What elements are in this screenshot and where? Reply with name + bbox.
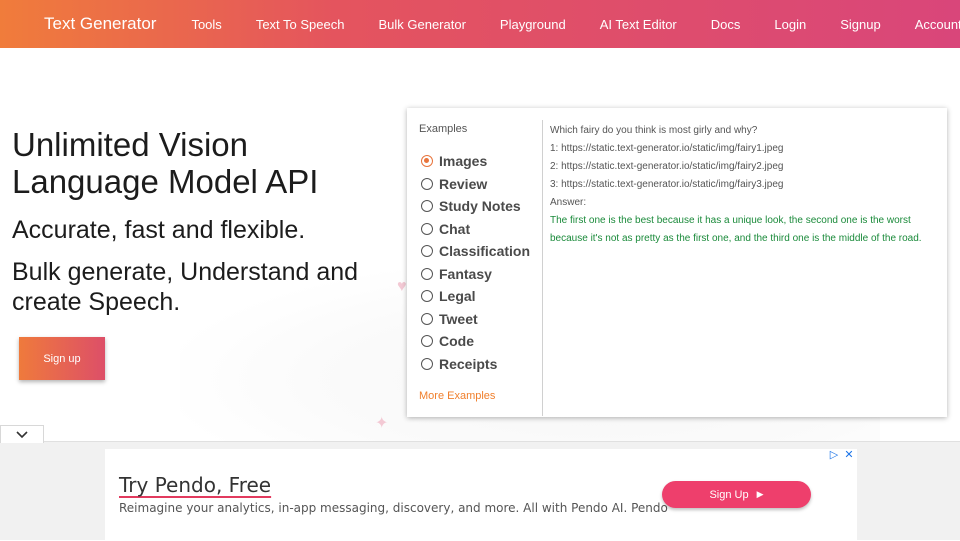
example-option-classification[interactable]: Classification	[421, 243, 530, 259]
hero-title: Unlimited Vision Language Model API	[12, 126, 319, 200]
collapse-ad-button[interactable]	[0, 425, 44, 443]
radio-icon[interactable]	[421, 290, 433, 302]
radio-checked-icon[interactable]	[421, 155, 433, 167]
radio-icon[interactable]	[421, 335, 433, 347]
radio-icon[interactable]	[421, 223, 433, 235]
brand-title[interactable]: Text Generator	[44, 14, 156, 34]
example-option-chat[interactable]: Chat	[421, 221, 470, 237]
nav-link-text-to-speech[interactable]: Text To Speech	[256, 17, 345, 32]
hero-subtitle: Accurate, fast and flexible.	[12, 216, 306, 244]
ad-banner: ▷ ✕ Try Pendo, Free Reimagine your analy…	[0, 441, 960, 541]
chevron-down-icon	[16, 430, 28, 438]
example-option-label: Images	[439, 153, 488, 169]
radio-icon[interactable]	[421, 358, 433, 370]
decorative-star-icon: ✦	[375, 415, 389, 432]
example-option-code[interactable]: Code	[421, 333, 474, 349]
ad-signup-button[interactable]: Sign Up ▶	[662, 481, 811, 508]
example-option-study-notes[interactable]: Study Notes	[421, 198, 521, 214]
example-option-tweet[interactable]: Tweet	[421, 311, 478, 327]
output-question: Which fairy do you think is most girly a…	[550, 125, 758, 136]
output-line: 3: https://static.text-generator.io/stat…	[550, 179, 784, 190]
more-examples-link[interactable]: More Examples	[419, 390, 495, 402]
examples-panel: Examples Images Review Study Notes Chat …	[407, 120, 543, 416]
output-line: 1: https://static.text-generator.io/stat…	[550, 143, 784, 154]
example-option-fantasy[interactable]: Fantasy	[421, 266, 492, 282]
nav-link-bulk-generator[interactable]: Bulk Generator	[378, 17, 465, 32]
hero-tagline: Bulk generate, Understand and create Spe…	[12, 258, 359, 316]
output-answer: The first one is the best because it has…	[550, 215, 922, 244]
example-card: Examples Images Review Study Notes Chat …	[407, 108, 947, 417]
example-output: Which fairy do you think is most girly a…	[550, 122, 945, 248]
radio-icon[interactable]	[421, 268, 433, 280]
example-option-label: Legal	[439, 288, 476, 304]
ad-signup-label: Sign Up	[709, 488, 749, 501]
output-answer-label: Answer:	[550, 197, 587, 208]
nav-link-account[interactable]: Account	[915, 17, 960, 32]
nav-link-login[interactable]: Login	[774, 17, 806, 32]
top-navbar: Text Generator Tools Text To Speech Bulk…	[0, 0, 960, 48]
example-option-label: Chat	[439, 221, 471, 237]
chevron-right-icon: ▶	[756, 489, 764, 499]
ad-icons: ▷ ✕	[828, 449, 855, 461]
decorative-heart-icon: ♥	[397, 278, 407, 295]
example-option-label: Receipts	[439, 356, 498, 372]
example-option-label: Fantasy	[439, 266, 492, 282]
nav-link-docs[interactable]: Docs	[711, 17, 741, 32]
example-option-label: Tweet	[439, 311, 478, 327]
example-option-images[interactable]: Images	[421, 153, 487, 169]
radio-icon[interactable]	[421, 313, 433, 325]
example-option-label: Review	[439, 176, 488, 192]
nav-link-ai-text-editor[interactable]: AI Text Editor	[600, 17, 677, 32]
nav-link-tools[interactable]: Tools	[191, 17, 221, 32]
ad-description: Reimagine your analytics, in-app messagi…	[119, 501, 668, 515]
output-line: 2: https://static.text-generator.io/stat…	[550, 161, 784, 172]
nav-link-playground[interactable]: Playground	[500, 17, 566, 32]
radio-icon[interactable]	[421, 200, 433, 212]
radio-icon[interactable]	[421, 178, 433, 190]
hero-signup-button[interactable]: Sign up	[19, 337, 105, 380]
example-option-label: Classification	[439, 243, 531, 259]
nav-link-signup[interactable]: Signup	[840, 17, 880, 32]
example-option-label: Study Notes	[439, 198, 521, 214]
example-option-legal[interactable]: Legal	[421, 288, 476, 304]
examples-label: Examples	[419, 123, 468, 135]
ad-content[interactable]: ▷ ✕ Try Pendo, Free Reimagine your analy…	[105, 449, 857, 541]
example-option-label: Code	[439, 333, 474, 349]
ad-title[interactable]: Try Pendo, Free	[119, 473, 271, 497]
example-option-receipts[interactable]: Receipts	[421, 356, 497, 372]
radio-icon[interactable]	[421, 245, 433, 257]
example-option-review[interactable]: Review	[421, 176, 487, 192]
ad-close-icon[interactable]: ✕	[843, 449, 855, 461]
ad-choices-icon[interactable]: ▷	[828, 449, 840, 461]
